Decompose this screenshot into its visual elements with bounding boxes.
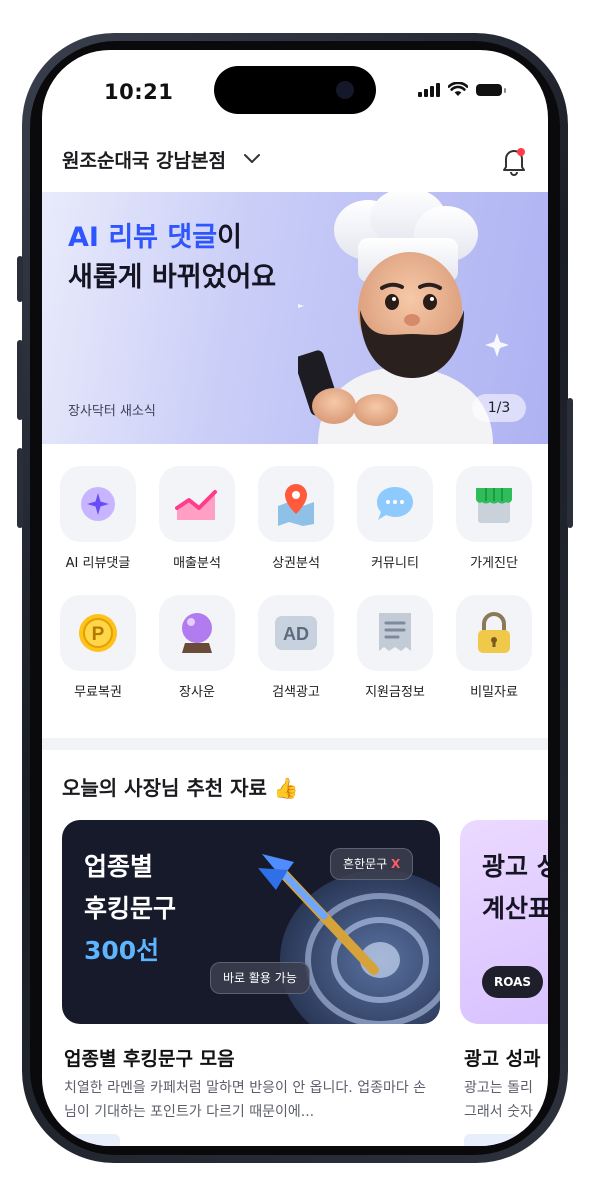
card-headline-line1: 업종별 bbox=[84, 852, 154, 881]
promo-banner[interactable]: AI 리뷰 댓글이 새롭게 바뀌었어요 장사닥터 새소식 1/3 bbox=[42, 192, 548, 444]
recommend-card-hooking-copy[interactable]: 업종별 후킹문구 300선 흔한문구 X 바로 활용 가능 bbox=[62, 820, 440, 1024]
card-headline-line1: 광고 성 bbox=[482, 852, 548, 881]
card-headline: 광고 성 계산표 bbox=[482, 846, 548, 930]
menu-label: 검색광고 bbox=[272, 685, 320, 700]
coin-p-icon: P bbox=[60, 595, 136, 671]
status-bar: 10:21 bbox=[42, 50, 548, 130]
card-headline-line3: 300선 bbox=[84, 936, 160, 965]
menu-label: 지원금정보 bbox=[365, 685, 425, 700]
quick-menu-row: P 무료복권 장사운 AD 검색광고 지원금정보 비밀자료 bbox=[56, 595, 536, 700]
roas-badge: ROAS bbox=[482, 966, 544, 998]
banner-title-line2: 새롭게 바뀌었어요 bbox=[68, 262, 277, 293]
card-title[interactable]: 업종별 후킹문구 모음 bbox=[64, 1044, 235, 1071]
quick-menu-grid: AI 리뷰댓글 매출분석 상권분석 커뮤니티 가게진단 P 무료복권 장사운 A… bbox=[56, 466, 536, 724]
map-pin-icon bbox=[258, 466, 334, 542]
svg-text:P: P bbox=[92, 624, 105, 645]
card-headline: 업종별 후킹문구 300선 bbox=[84, 846, 176, 972]
card-description: 치열한 라멘을 카페처럼 말하면 반응이 안 옵니다. 업종마다 손님이 기대하… bbox=[64, 1080, 427, 1120]
card-pill-common-phrase: 흔한문구 X bbox=[330, 848, 414, 880]
menu-label: 가게진단 bbox=[470, 556, 518, 571]
chat-bubble-icon bbox=[357, 466, 433, 542]
menu-ai-review[interactable]: AI 리뷰댓글 bbox=[56, 466, 140, 571]
menu-subsidy-info[interactable]: 지원금정보 bbox=[353, 595, 437, 700]
card-headline-line2: 계산표 bbox=[482, 894, 548, 923]
banner-title-highlight: AI 리뷰 댓글 bbox=[68, 222, 218, 253]
dynamic-island bbox=[214, 66, 376, 114]
card-headline-line2: 후킹문구 bbox=[84, 894, 177, 923]
recommend-section-title: 오늘의 사장님 추천 자료 👍 bbox=[62, 776, 299, 800]
card-tag bbox=[464, 1134, 520, 1146]
camera-icon bbox=[336, 81, 354, 99]
menu-label: AI 리뷰댓글 bbox=[65, 556, 131, 571]
menu-label: 매출분석 bbox=[173, 556, 221, 571]
power-button bbox=[567, 398, 573, 528]
banner-title: AI 리뷰 댓글이 새롭게 바뀌었어요 bbox=[68, 218, 276, 298]
ad-icon: AD bbox=[258, 595, 334, 671]
menu-secret-data[interactable]: 비밀자료 bbox=[452, 595, 536, 700]
menu-free-lottery[interactable]: P 무료복권 bbox=[56, 595, 140, 700]
menu-store-diagnosis[interactable]: 가게진단 bbox=[452, 466, 536, 571]
app-header: 원조순대국 강남본점 bbox=[62, 146, 528, 176]
quick-menu-row: AI 리뷰댓글 매출분석 상권분석 커뮤니티 가게진단 bbox=[56, 466, 536, 571]
x-icon: X bbox=[391, 857, 401, 871]
section-divider bbox=[42, 738, 548, 750]
menu-sales-analysis[interactable]: 매출분석 bbox=[155, 466, 239, 571]
lock-icon bbox=[456, 595, 532, 671]
chart-icon bbox=[159, 466, 235, 542]
menu-community[interactable]: 커뮤니티 bbox=[353, 466, 437, 571]
card-description: 광고는 돌리 그래서 숫자 bbox=[464, 1076, 533, 1124]
menu-area-analysis[interactable]: 상권분석 bbox=[254, 466, 338, 571]
status-icons bbox=[418, 82, 506, 97]
banner-title-rest: 이 bbox=[217, 222, 242, 253]
storefront-icon bbox=[456, 466, 532, 542]
menu-label: 장사운 bbox=[179, 685, 215, 700]
chevron-down-icon bbox=[243, 154, 260, 163]
ai-sparkle-icon bbox=[60, 466, 136, 542]
card-description-line2: 그래서 숫자 bbox=[464, 1104, 533, 1120]
store-name: 원조순대국 강남본점 bbox=[62, 150, 226, 172]
svg-text:AD: AD bbox=[283, 624, 309, 644]
action-button bbox=[17, 256, 23, 302]
store-selector[interactable]: 원조순대국 강남본점 bbox=[62, 150, 261, 172]
recommend-card-ad-calculator[interactable]: 광고 성 계산표 ROAS bbox=[460, 820, 548, 1024]
document-icon bbox=[357, 595, 433, 671]
volume-down-button bbox=[17, 448, 23, 528]
crystal-ball-icon bbox=[159, 595, 235, 671]
menu-label: 커뮤니티 bbox=[371, 556, 419, 571]
menu-label: 상권분석 bbox=[272, 556, 320, 571]
card-pill-ready-to-use: 바로 활용 가능 bbox=[210, 962, 310, 994]
pill-text: 흔한문구 bbox=[343, 857, 388, 871]
app-screen: 10:21 원조순대국 강남본점 AI 리뷰 댓글이 새롭게 바뀌었어요 장사닥… bbox=[42, 50, 548, 1146]
clock: 10:21 bbox=[104, 80, 174, 104]
menu-label: 무료복권 bbox=[74, 685, 122, 700]
banner-subtitle: 장사닥터 새소식 bbox=[68, 404, 156, 419]
card-description-line1: 광고는 돌리 bbox=[464, 1080, 533, 1096]
menu-search-ad[interactable]: AD 검색광고 bbox=[254, 595, 338, 700]
notification-bell-icon[interactable] bbox=[500, 146, 528, 176]
wifi-icon bbox=[448, 82, 468, 96]
banner-pager: 1/3 bbox=[472, 394, 526, 422]
menu-fortune[interactable]: 장사운 bbox=[155, 595, 239, 700]
signal-icon bbox=[418, 82, 440, 97]
card-title[interactable]: 광고 성과 bbox=[464, 1044, 541, 1071]
volume-up-button bbox=[17, 340, 23, 420]
battery-icon bbox=[476, 83, 506, 96]
card-tag bbox=[64, 1134, 120, 1146]
menu-label: 비밀자료 bbox=[470, 685, 518, 700]
